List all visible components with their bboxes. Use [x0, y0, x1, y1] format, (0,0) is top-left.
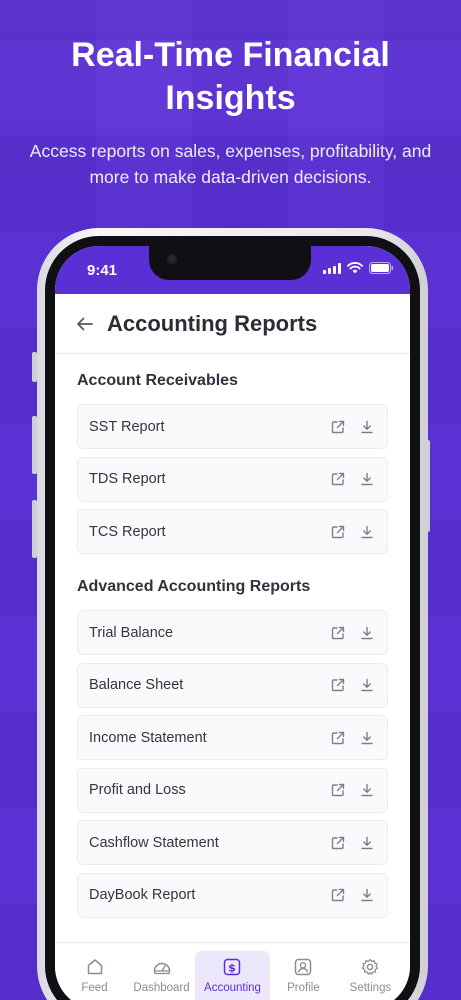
- advanced-reports-list: Trial Balance Balance Sheet Income Stateme…: [77, 610, 388, 918]
- phone-frame: 9:41 Accounting Reports Account Receivab…: [37, 228, 428, 1000]
- status-bar: 9:41: [55, 246, 410, 294]
- user-icon: [295, 958, 312, 976]
- download-icon[interactable]: [359, 471, 375, 487]
- phone-screen: 9:41 Accounting Reports Account Receivab…: [55, 246, 410, 1000]
- open-external-icon[interactable]: [330, 524, 346, 540]
- download-icon[interactable]: [359, 524, 375, 540]
- promo-subline: Access reports on sales, expenses, profi…: [29, 141, 432, 187]
- tab-label: Profile: [287, 982, 320, 994]
- open-external-icon[interactable]: [330, 887, 346, 903]
- svg-text:$: $: [229, 961, 237, 974]
- promo-headline: Real-Time Financial Insights: [71, 36, 390, 117]
- report-row[interactable]: Trial Balance: [77, 610, 388, 655]
- report-row[interactable]: TDS Report: [77, 456, 388, 502]
- download-icon[interactable]: [359, 677, 375, 693]
- tab-profile[interactable]: Profile: [270, 951, 337, 1000]
- report-row[interactable]: Cashflow Statement: [77, 820, 388, 865]
- tab-label: Feed: [81, 982, 108, 994]
- dynamic-island: [149, 246, 311, 280]
- report-row[interactable]: Balance Sheet: [77, 662, 388, 708]
- download-icon[interactable]: [359, 730, 375, 746]
- dollar-square-icon: $: [224, 958, 241, 976]
- tab-feed[interactable]: Feed: [61, 951, 128, 1000]
- download-icon[interactable]: [359, 835, 375, 851]
- status-icons: [323, 262, 394, 274]
- report-name: Income Statement: [89, 729, 207, 746]
- report-name: DayBook Report: [89, 887, 196, 903]
- tab-dashboard[interactable]: Dashboard: [128, 951, 195, 1000]
- section-title-advanced: Advanced Accounting Reports: [77, 578, 311, 595]
- download-icon[interactable]: [359, 887, 375, 903]
- page-title: Accounting Reports: [107, 310, 318, 336]
- back-arrow-icon[interactable]: [75, 314, 95, 334]
- report-row[interactable]: TCS Report: [77, 509, 388, 554]
- download-icon[interactable]: [359, 419, 375, 435]
- report-name: TCS Report: [89, 523, 166, 540]
- home-icon: [87, 959, 102, 975]
- wifi-icon: [347, 262, 363, 274]
- open-external-icon[interactable]: [330, 782, 346, 798]
- signal-icon: [323, 262, 341, 274]
- report-name: Trial Balance: [89, 624, 174, 641]
- receivables-list: SST Report TDS Report TCS Report: [77, 404, 388, 554]
- report-name: Cashflow Statement: [89, 834, 219, 851]
- report-row[interactable]: DayBook Report: [77, 872, 388, 918]
- open-external-icon[interactable]: [330, 419, 346, 435]
- section-title-receivables: Account Receivables: [77, 372, 238, 389]
- tab-label: Accounting: [204, 982, 261, 994]
- report-row[interactable]: Income Statement: [77, 715, 388, 760]
- app-header: Accounting Reports: [55, 294, 410, 354]
- battery-icon: [369, 262, 394, 274]
- report-name: TDS Report: [89, 471, 166, 487]
- tab-label: Dashboard: [133, 982, 190, 994]
- report-row[interactable]: Profit and Loss: [77, 767, 388, 813]
- camera-icon: [167, 254, 177, 264]
- open-external-icon[interactable]: [330, 625, 346, 641]
- download-icon[interactable]: [359, 625, 375, 641]
- download-icon[interactable]: [359, 782, 375, 798]
- open-external-icon[interactable]: [330, 730, 346, 746]
- open-external-icon[interactable]: [330, 471, 346, 487]
- status-time: 9:41: [87, 262, 118, 279]
- tab-settings[interactable]: Settings: [337, 951, 404, 1000]
- phone-bezel: 9:41 Accounting Reports Account Receivab…: [45, 236, 420, 1000]
- reports-content: Account Receivables SST Report TDS Report…: [55, 372, 410, 918]
- report-name: Profit and Loss: [89, 782, 186, 798]
- tab-label: Settings: [349, 982, 392, 994]
- gauge-icon: [153, 962, 170, 975]
- open-external-icon[interactable]: [330, 677, 346, 693]
- report-row[interactable]: SST Report: [77, 404, 388, 449]
- report-name: Balance Sheet: [89, 677, 184, 693]
- open-external-icon[interactable]: [330, 835, 346, 851]
- gear-icon: [362, 958, 379, 975]
- bottom-tab-bar: Feed Dashboard $ Accounting Profile Sett…: [55, 942, 410, 1000]
- tab-accounting[interactable]: $ Accounting: [195, 951, 270, 1000]
- report-name: SST Report: [89, 418, 165, 435]
